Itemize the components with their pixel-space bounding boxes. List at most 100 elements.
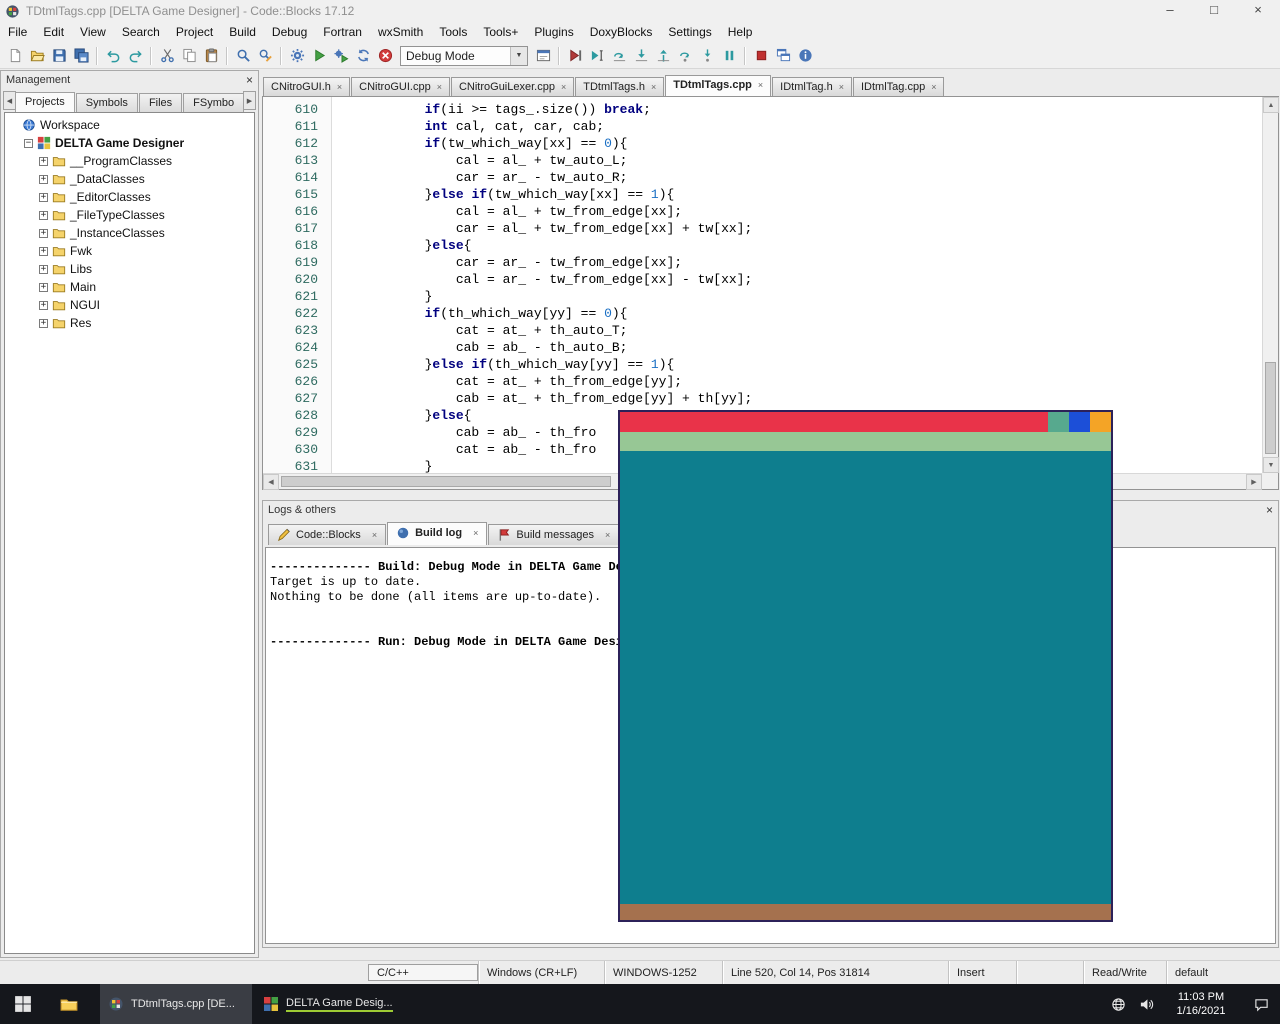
menu-item-search[interactable]: Search — [114, 22, 168, 43]
build-and-run-button[interactable] — [330, 45, 352, 67]
editor-tab-cnitrogui-cpp[interactable]: CNitroGUI.cpp× — [351, 77, 450, 96]
tree-item-delta-game-designer[interactable]: −DELTA Game Designer — [5, 134, 254, 152]
debugging-windows-button[interactable] — [772, 45, 794, 67]
game-window-titlebar[interactable] — [620, 412, 1111, 432]
stop-debugger-button[interactable] — [750, 45, 772, 67]
scroll-right-icon[interactable]: ▶ — [1246, 474, 1262, 490]
step-out-button[interactable] — [652, 45, 674, 67]
close-tab-icon[interactable]: × — [372, 530, 377, 540]
tab-scroll-right-icon[interactable]: ▶ — [243, 91, 256, 110]
close-icon[interactable]: × — [1236, 0, 1280, 22]
tab-scroll-left-icon[interactable]: ◀ — [3, 91, 16, 110]
menu-item-toolsplus[interactable]: Tools+ — [475, 22, 526, 43]
game-window[interactable] — [618, 410, 1113, 922]
taskbar-task-tdtmltags-cpp-de[interactable]: TDtmlTags.cpp [DE... — [100, 984, 252, 1024]
logs-close-icon[interactable]: × — [1266, 503, 1273, 517]
menu-item-file[interactable]: File — [0, 22, 35, 43]
tree-item-editorclasses[interactable]: +_EditorClasses — [5, 188, 254, 206]
run-button[interactable] — [308, 45, 330, 67]
tree-item-fwk[interactable]: +Fwk — [5, 242, 254, 260]
open-file-button[interactable] — [26, 45, 48, 67]
volume-button[interactable] — [1132, 984, 1160, 1024]
vertical-scroll-thumb[interactable] — [1265, 362, 1276, 454]
copy-button[interactable] — [178, 45, 200, 67]
taskbar-clock[interactable]: 11:03 PM 1/16/2021 — [1160, 990, 1242, 1018]
menu-item-wxsmith[interactable]: wxSmith — [370, 22, 431, 43]
menu-item-project[interactable]: Project — [168, 22, 221, 43]
editor-tab-cnitroguilexer-cpp[interactable]: CNitroGuiLexer.cpp× — [451, 77, 574, 96]
editor-tab-tdtmltags-h[interactable]: TDtmlTags.h× — [575, 77, 664, 96]
expand-icon[interactable]: + — [39, 229, 48, 238]
logs-tab-code-blocks[interactable]: Code::Blocks× — [268, 524, 386, 545]
scroll-up-icon[interactable]: ▲ — [1263, 97, 1279, 113]
menu-item-fortran[interactable]: Fortran — [315, 22, 370, 43]
tree-item-workspace[interactable]: Workspace — [5, 116, 254, 134]
paste-button[interactable] — [200, 45, 222, 67]
next-instruction-button[interactable] — [674, 45, 696, 67]
network-button[interactable] — [1104, 984, 1132, 1024]
management-tab-symbols[interactable]: Symbols — [76, 93, 138, 112]
menu-item-view[interactable]: View — [72, 22, 114, 43]
step-into-instruction-button[interactable] — [696, 45, 718, 67]
tree-item-ngui[interactable]: +NGUI — [5, 296, 254, 314]
logs-tab-build-messages[interactable]: Build messages× — [488, 524, 619, 545]
menu-item-tools[interactable]: Tools — [431, 22, 475, 43]
debug-continue-button[interactable] — [564, 45, 586, 67]
game-titlebar-button-3[interactable] — [1090, 412, 1111, 432]
expand-icon[interactable]: + — [39, 301, 48, 310]
tree-item-programclasses[interactable]: +__ProgramClasses — [5, 152, 254, 170]
game-window-canvas[interactable] — [620, 451, 1111, 904]
redo-button[interactable] — [124, 45, 146, 67]
find-button[interactable] — [232, 45, 254, 67]
expand-icon[interactable]: + — [39, 265, 48, 274]
menu-item-edit[interactable]: Edit — [35, 22, 72, 43]
new-file-button[interactable] — [4, 45, 26, 67]
close-tab-icon[interactable]: × — [473, 528, 478, 538]
break-debugger-button[interactable] — [718, 45, 740, 67]
maximize-icon[interactable]: □ — [1192, 0, 1236, 22]
management-tab-fsymbo[interactable]: FSymbo — [183, 93, 244, 112]
menu-item-build[interactable]: Build — [221, 22, 264, 43]
tree-item-instanceclasses[interactable]: +_InstanceClasses — [5, 224, 254, 242]
build-button[interactable] — [286, 45, 308, 67]
management-close-icon[interactable]: × — [246, 73, 253, 87]
game-window-menubar[interactable] — [620, 432, 1111, 451]
tree-item-res[interactable]: +Res — [5, 314, 254, 332]
close-tab-icon[interactable]: × — [605, 530, 610, 540]
menu-item-settings[interactable]: Settings — [660, 22, 719, 43]
save-file-button[interactable] — [48, 45, 70, 67]
file-explorer-button[interactable] — [46, 984, 92, 1024]
abort-build-button[interactable] — [374, 45, 396, 67]
close-tab-icon[interactable]: × — [651, 82, 656, 92]
menu-item-plugins[interactable]: Plugins — [526, 22, 581, 43]
taskbar-task-delta-game-desig[interactable]: DELTA Game Desig... — [255, 984, 407, 1024]
save-all-files-button[interactable] — [70, 45, 92, 67]
editor-tab-idtmltag-h[interactable]: IDtmlTag.h× — [772, 77, 852, 96]
close-tab-icon[interactable]: × — [758, 80, 763, 90]
build-target-select[interactable]: Debug Mode▼ — [400, 46, 528, 66]
run-to-cursor-button[interactable] — [586, 45, 608, 67]
game-window-drag-area[interactable] — [620, 412, 1048, 432]
close-tab-icon[interactable]: × — [437, 82, 442, 92]
tree-item-dataclasses[interactable]: +_DataClasses — [5, 170, 254, 188]
expand-icon[interactable]: + — [39, 175, 48, 184]
undo-button[interactable] — [102, 45, 124, 67]
menu-item-debug[interactable]: Debug — [264, 22, 315, 43]
expand-icon[interactable]: + — [39, 157, 48, 166]
scroll-left-icon[interactable]: ◀ — [263, 474, 279, 490]
expand-icon[interactable]: + — [39, 247, 48, 256]
logs-tab-build-log[interactable]: Build log× — [387, 522, 487, 545]
horizontal-scroll-thumb[interactable] — [281, 476, 611, 487]
cut-button[interactable] — [156, 45, 178, 67]
compile-target-options-button[interactable] — [532, 45, 554, 67]
close-tab-icon[interactable]: × — [561, 82, 566, 92]
next-line-button[interactable] — [608, 45, 630, 67]
close-tab-icon[interactable]: × — [839, 82, 844, 92]
game-titlebar-button-2[interactable] — [1069, 412, 1090, 432]
step-into-button[interactable] — [630, 45, 652, 67]
rebuild-button[interactable] — [352, 45, 374, 67]
close-tab-icon[interactable]: × — [931, 82, 936, 92]
action-center-button[interactable] — [1242, 984, 1280, 1024]
management-tab-projects[interactable]: Projects — [15, 92, 75, 112]
chevron-down-icon[interactable]: ▼ — [510, 47, 527, 65]
